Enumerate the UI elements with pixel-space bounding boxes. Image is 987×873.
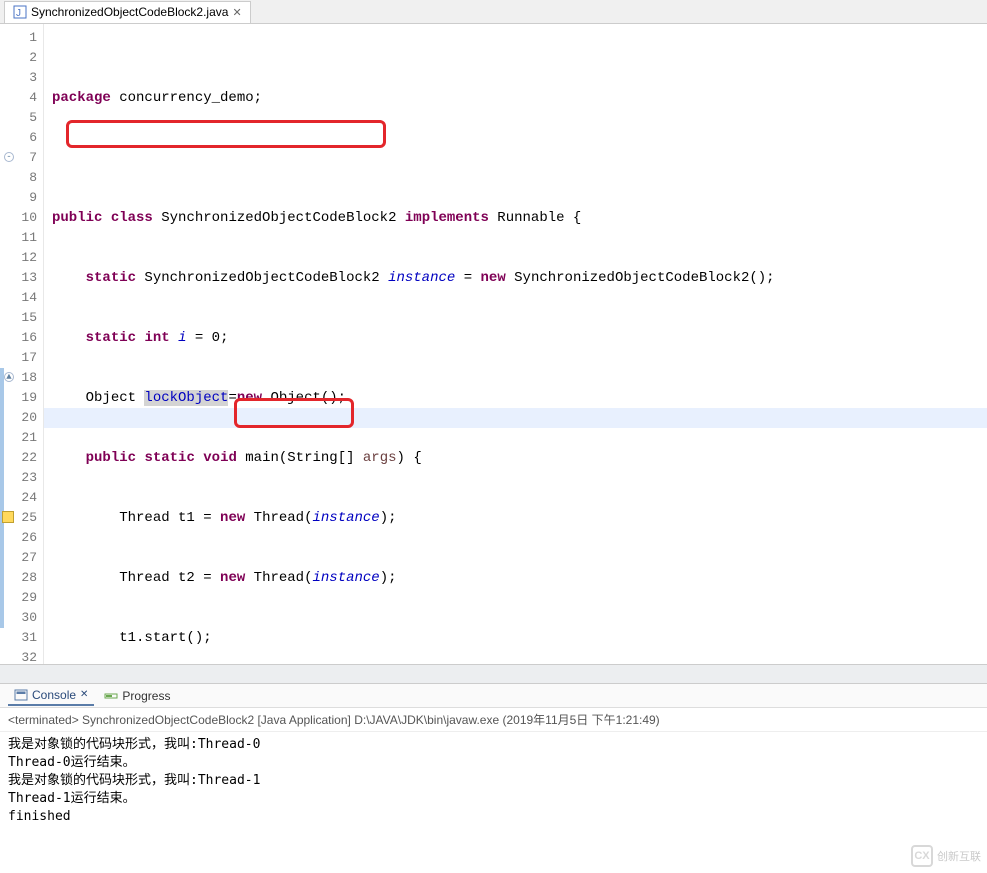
tab-progress-label: Progress (122, 689, 170, 703)
line-number: 11 (0, 228, 37, 248)
editor-tab-label: SynchronizedObjectCodeBlock2.java (31, 5, 228, 19)
watermark-icon: CX (911, 845, 933, 867)
line-number: 21 (0, 428, 37, 448)
code-editor[interactable]: 1 2 3 4 5 6 -7 8 9 10 11 12 13 14 15 16 … (0, 24, 987, 664)
console-line: Thread-1运行结束。 (8, 791, 136, 806)
panel-sash[interactable] (0, 664, 987, 684)
line-number: 27 (0, 548, 37, 568)
fold-toggle-icon[interactable]: - (4, 152, 14, 162)
tab-progress[interactable]: Progress (98, 687, 176, 705)
watermark-text: 创新互联 (937, 848, 981, 864)
annotation-highlight-box (66, 120, 386, 148)
close-icon[interactable]: ✕ (232, 6, 241, 19)
line-number: 32 (0, 648, 37, 664)
console-line: 我是对象锁的代码块形式，我叫:Thread-1 (8, 773, 260, 788)
line-number: ▲18 (0, 368, 37, 388)
line-number: 6 (0, 128, 37, 148)
bottom-tab-bar: Console ✕ Progress (0, 684, 987, 708)
line-number: 22 (0, 448, 37, 468)
line-number: 29 (0, 588, 37, 608)
line-number: 20 (0, 408, 37, 428)
quickfix-marker-icon[interactable] (2, 511, 14, 523)
line-number: 19 (0, 388, 37, 408)
line-number: 13 (0, 268, 37, 288)
line-number: 14 (0, 288, 37, 308)
console-icon (14, 688, 28, 702)
line-number: 17 (0, 348, 37, 368)
tab-console-label: Console (32, 688, 76, 702)
line-number-gutter: 1 2 3 4 5 6 -7 8 9 10 11 12 13 14 15 16 … (0, 24, 44, 664)
line-number: 2 (0, 48, 37, 68)
line-number: 28 (0, 568, 37, 588)
line-number: 8 (0, 168, 37, 188)
line-number: 26 (0, 528, 37, 548)
line-number: 24 (0, 488, 37, 508)
line-number: 25 (0, 508, 37, 528)
console-line: Thread-0运行结束。 (8, 755, 136, 770)
line-number: 1 (0, 28, 37, 48)
progress-icon (104, 689, 118, 703)
watermark: CX 创新互联 (911, 845, 981, 867)
line-number: 5 (0, 108, 37, 128)
line-number: 23 (0, 468, 37, 488)
line-number: 3 (0, 68, 37, 88)
console-process-header: <terminated> SynchronizedObjectCodeBlock… (0, 708, 987, 732)
close-icon[interactable]: ✕ (80, 689, 88, 700)
console-line: finished (8, 809, 71, 824)
console-line: 我是对象锁的代码块形式，我叫:Thread-0 (8, 737, 260, 752)
editor-tab-bar: J SynchronizedObjectCodeBlock2.java ✕ (0, 0, 987, 24)
line-number: 31 (0, 628, 37, 648)
line-number: 15 (0, 308, 37, 328)
line-number: 30 (0, 608, 37, 628)
line-number: 10 (0, 208, 37, 228)
code-area[interactable]: package concurrency_demo; public class S… (44, 24, 987, 664)
tab-console[interactable]: Console ✕ (8, 686, 94, 706)
line-number: 16 (0, 328, 37, 348)
line-number: -7 (0, 148, 37, 168)
svg-text:J: J (16, 8, 21, 19)
line-number: 4 (0, 88, 37, 108)
line-number: 12 (0, 248, 37, 268)
line-number: 9 (0, 188, 37, 208)
editor-tab[interactable]: J SynchronizedObjectCodeBlock2.java ✕ (4, 1, 251, 23)
override-marker-icon[interactable]: ▲ (4, 372, 14, 382)
java-file-icon: J (13, 5, 27, 19)
console-output[interactable]: 我是对象锁的代码块形式，我叫:Thread-0 Thread-0运行结束。 我是… (0, 732, 987, 830)
